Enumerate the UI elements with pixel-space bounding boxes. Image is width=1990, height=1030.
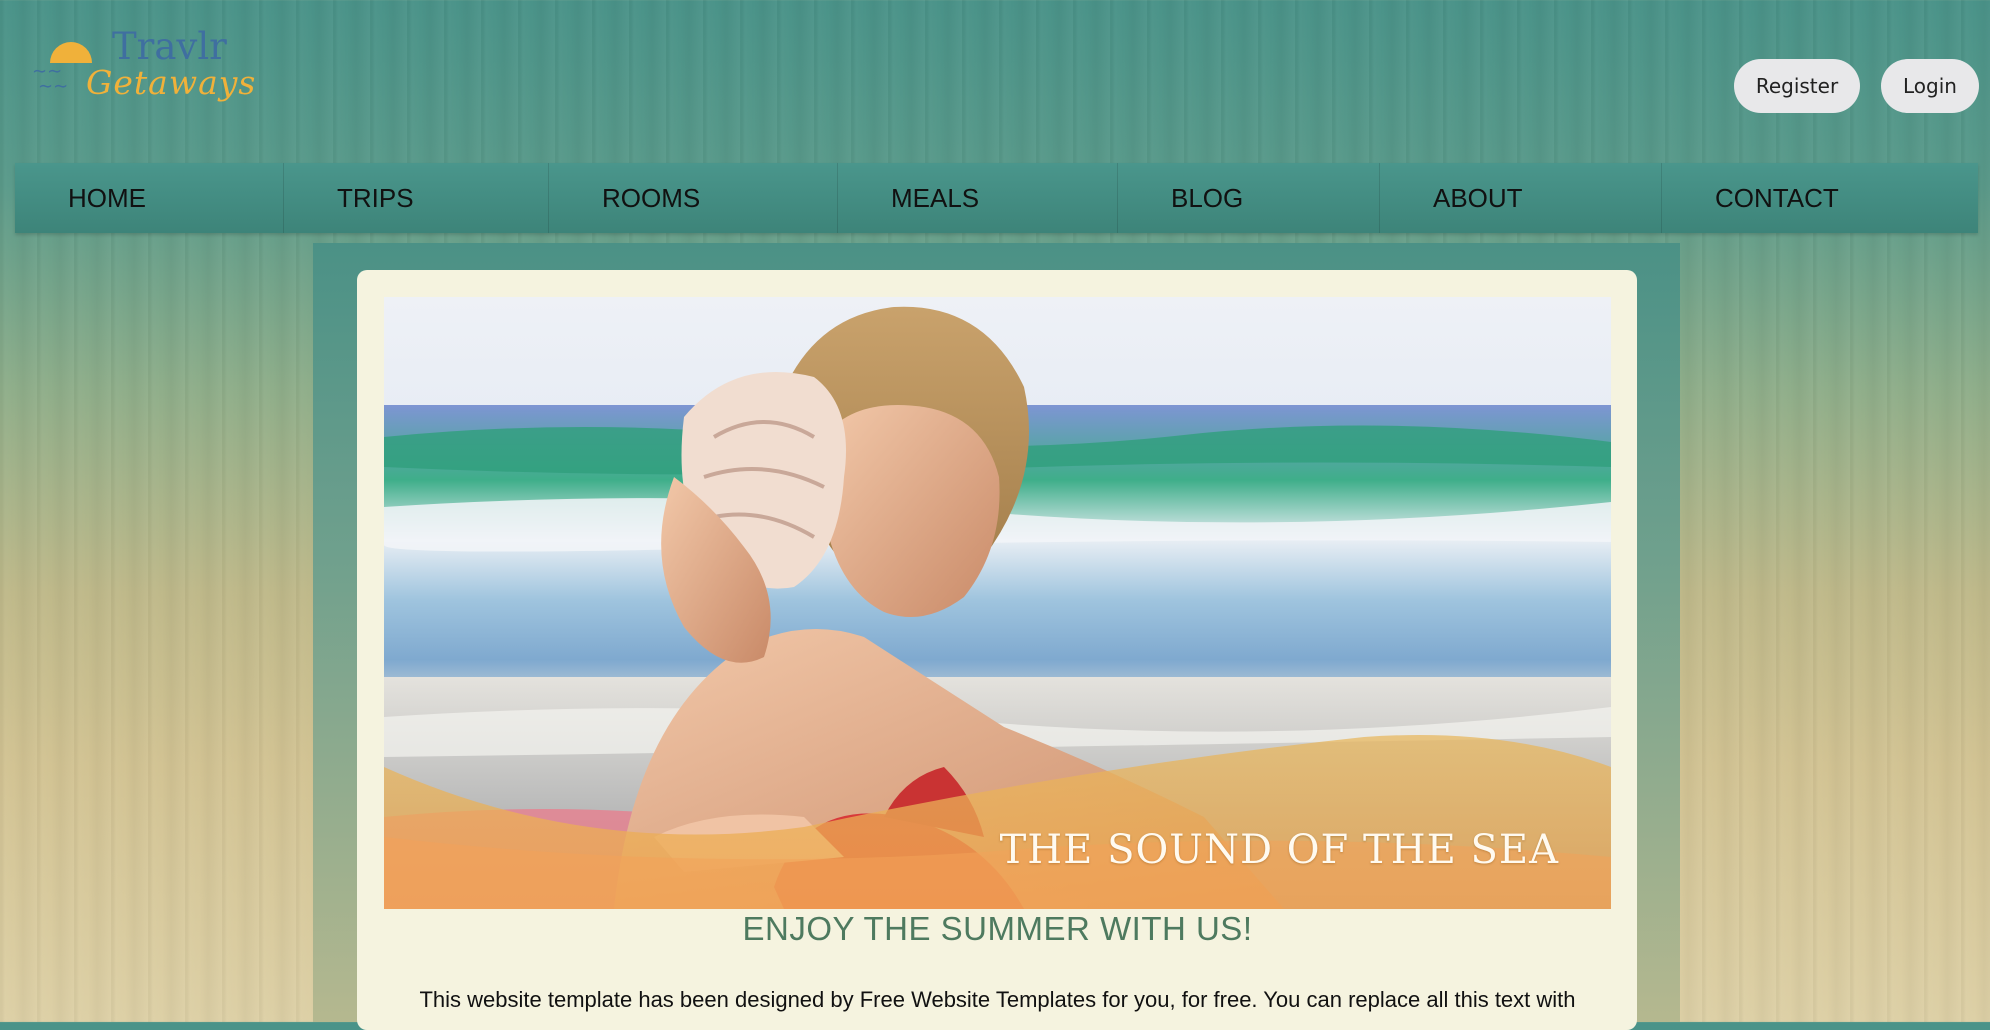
register-button[interactable]: Register	[1734, 59, 1860, 113]
nav-blog[interactable]: BLOG	[1118, 163, 1380, 233]
logo[interactable]: ∼∼ ∼∼ Travlr Getaways	[28, 28, 278, 118]
main-nav: HOME TRIPS ROOMS MEALS BLOG ABOUT CONTAC…	[15, 163, 1978, 233]
sun-icon	[50, 42, 92, 63]
nav-home[interactable]: HOME	[15, 163, 284, 233]
logo-text-travlr: Travlr	[112, 25, 227, 68]
hero-image	[384, 297, 1611, 909]
nav-contact[interactable]: CONTACT	[1662, 163, 1978, 233]
nav-trips[interactable]: TRIPS	[284, 163, 549, 233]
hero-caption: THE SOUND OF THE SEA	[999, 827, 1559, 873]
bird-icon: ∼∼	[38, 76, 69, 97]
nav-meals[interactable]: MEALS	[838, 163, 1118, 233]
page-headline: ENJOY THE SUMMER WITH US!	[742, 910, 1253, 947]
nav-about[interactable]: ABOUT	[1380, 163, 1662, 233]
hero-banner: THE SOUND OF THE SEA	[384, 297, 1611, 909]
nav-rooms[interactable]: ROOMS	[549, 163, 838, 233]
login-button[interactable]: Login	[1881, 59, 1979, 113]
intro-paragraph: This website template has been designed …	[419, 987, 1576, 1012]
logo-text-getaways: Getaways	[86, 63, 257, 102]
